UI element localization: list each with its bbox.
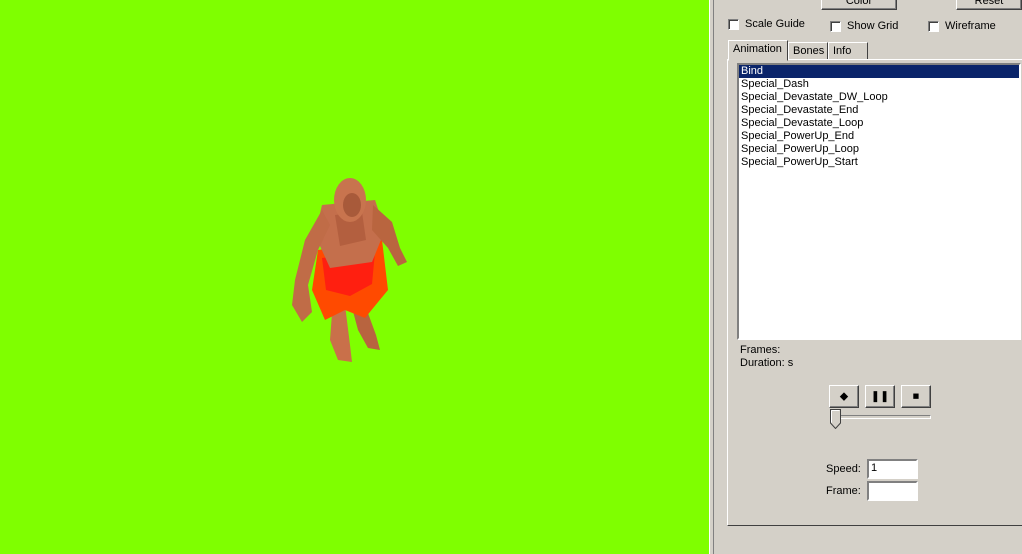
frame-label: Frame: bbox=[826, 485, 861, 497]
list-item[interactable]: Special_Devastate_End bbox=[739, 104, 1019, 117]
frames-label: Frames: bbox=[740, 344, 781, 356]
list-item[interactable]: Special_Devastate_DW_Loop bbox=[739, 91, 1019, 104]
pause-button[interactable]: ❚❚ bbox=[865, 385, 895, 408]
tab-bones[interactable]: Bones bbox=[788, 42, 828, 60]
duration-label: Duration: s bbox=[740, 357, 794, 369]
timeline-slider-thumb[interactable] bbox=[830, 409, 841, 429]
play-icon: ◆ bbox=[839, 390, 849, 402]
list-item[interactable]: Special_PowerUp_End bbox=[739, 130, 1019, 143]
model-viewport[interactable] bbox=[0, 0, 709, 554]
wireframe-checkbox[interactable]: Wireframe bbox=[928, 20, 996, 32]
show-grid-box[interactable] bbox=[830, 20, 841, 32]
list-item[interactable]: Special_PowerUp_Loop bbox=[739, 143, 1019, 156]
frame-input[interactable] bbox=[867, 481, 918, 501]
color-button[interactable]: Color bbox=[821, 0, 897, 10]
pause-icon: ❚❚ bbox=[870, 390, 890, 402]
timeline-slider-track[interactable] bbox=[831, 415, 931, 419]
list-item[interactable]: Special_Dash bbox=[739, 78, 1019, 91]
wireframe-label: Wireframe bbox=[945, 20, 996, 32]
show-grid-checkbox[interactable]: Show Grid bbox=[830, 20, 898, 32]
tab-info[interactable]: Info bbox=[828, 42, 868, 60]
scale-guide-checkbox[interactable]: Scale Guide bbox=[728, 18, 805, 30]
tab-animation[interactable]: Animation bbox=[728, 40, 788, 61]
speed-input[interactable]: 1 bbox=[867, 459, 918, 479]
speed-label: Speed: bbox=[826, 463, 861, 475]
reset-button[interactable]: Reset bbox=[956, 0, 1022, 10]
play-button[interactable]: ◆ bbox=[829, 385, 859, 408]
scale-guide-box[interactable] bbox=[728, 18, 739, 30]
stop-icon: ■ bbox=[912, 390, 920, 402]
scale-guide-label: Scale Guide bbox=[745, 18, 805, 30]
character-model bbox=[292, 178, 407, 362]
wireframe-box[interactable] bbox=[928, 20, 939, 32]
list-item[interactable]: Special_PowerUp_Start bbox=[739, 156, 1019, 169]
show-grid-label: Show Grid bbox=[847, 20, 899, 32]
control-panel: Color Reset Scale Guide Show Grid Wirefr… bbox=[714, 0, 1022, 554]
list-item[interactable]: Special_Devastate_Loop bbox=[739, 117, 1019, 130]
stop-button[interactable]: ■ bbox=[901, 385, 931, 408]
animation-list[interactable]: Bind Special_Dash Special_Devastate_DW_L… bbox=[737, 63, 1021, 340]
list-item[interactable]: Bind bbox=[739, 65, 1019, 78]
